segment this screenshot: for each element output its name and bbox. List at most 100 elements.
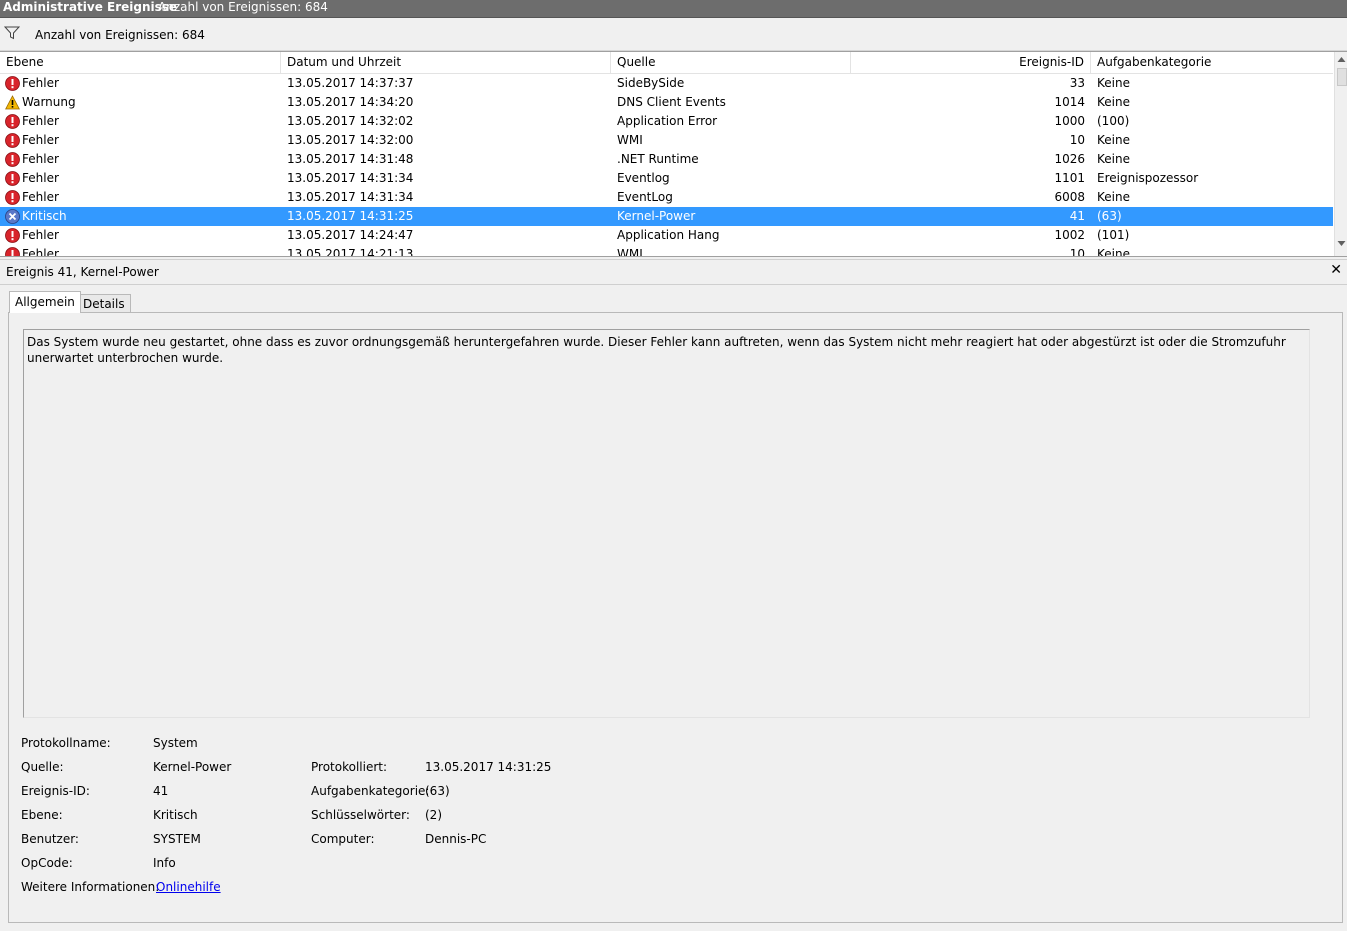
event-id-label: Ereignis-ID:: [21, 784, 90, 798]
event-description[interactable]: Das System wurde neu gestartet, ohne das…: [23, 329, 1310, 718]
cell-level: Fehler: [22, 171, 59, 185]
table-row[interactable]: Fehler 13.05.2017 14:31:34 EventLog 6008 Kei…: [0, 188, 1333, 207]
critical-icon: [5, 209, 20, 224]
cell-level: Fehler: [22, 152, 59, 166]
cell-event-id: 1000: [1054, 114, 1085, 128]
tab-details[interactable]: Details: [77, 294, 131, 313]
level-value: Kritisch: [153, 808, 198, 822]
cell-event-id: 1101: [1054, 171, 1085, 185]
table-row[interactable]: Fehler 13.05.2017 14:31:34 Eventlog 1101 Ere…: [0, 169, 1333, 188]
cell-category: (63): [1097, 209, 1122, 223]
tab-allgemein[interactable]: Allgemein: [9, 291, 81, 313]
general-tab-panel: Das System wurde neu gestartet, ohne das…: [8, 312, 1343, 923]
online-help-link[interactable]: Onlinehilfe: [156, 880, 221, 894]
cell-level: Fehler: [22, 247, 59, 257]
view-title: Administrative Ereignisse: [3, 0, 178, 14]
cell-source: Application Hang: [617, 228, 720, 242]
warning-icon: [5, 95, 20, 110]
event-list[interactable]: Ebene Datum und Uhrzeit Quelle Ereignis-…: [0, 51, 1347, 257]
computer-label: Computer:: [311, 832, 375, 846]
cell-event-id: 41: [1069, 209, 1085, 223]
column-header-event-id[interactable]: Ereignis-ID: [851, 52, 1091, 73]
cell-source: Eventlog: [617, 171, 670, 185]
cell-source: DNS Client Events: [617, 95, 726, 109]
event-id-value: 41: [153, 784, 169, 798]
source-value: Kernel-Power: [153, 760, 232, 774]
column-header-level[interactable]: Ebene: [0, 52, 281, 73]
cell-source: EventLog: [617, 190, 673, 204]
detail-header: Ereignis 41, Kernel-Power ✕: [0, 259, 1347, 285]
error-icon: [5, 228, 20, 243]
opcode-value: Info: [153, 856, 176, 870]
cell-level: Fehler: [22, 76, 59, 90]
close-icon[interactable]: ✕: [1330, 262, 1342, 278]
table-row[interactable]: Fehler 13.05.2017 14:32:00 WMI 10 Keine: [0, 131, 1333, 150]
cell-date: 13.05.2017 14:32:02: [287, 114, 414, 128]
error-icon: [5, 114, 20, 129]
cell-category: Keine: [1097, 95, 1130, 109]
cell-date: 13.05.2017 14:21:13: [287, 247, 414, 257]
scrollbar-thumb[interactable]: [1337, 68, 1347, 86]
filter-icon[interactable]: [4, 26, 20, 40]
cell-source: WMI: [617, 133, 643, 147]
cell-source: Application Error: [617, 114, 718, 128]
cell-date: 13.05.2017 14:31:34: [287, 190, 414, 204]
cell-date: 13.05.2017 14:34:20: [287, 95, 414, 109]
cell-event-id: 33: [1069, 76, 1085, 90]
cell-date: 13.05.2017 14:31:25: [287, 209, 414, 223]
error-icon: [5, 171, 20, 186]
cell-category: Ereignispozessor: [1097, 171, 1199, 185]
table-row[interactable]: Fehler 13.05.2017 14:21:13 WMI 10 Keine: [0, 245, 1333, 257]
table-row[interactable]: Fehler 13.05.2017 14:37:37 SideBySide 33 Kei…: [0, 74, 1333, 93]
cell-level: Fehler: [22, 228, 59, 242]
error-icon: [5, 152, 20, 167]
cell-category: Keine: [1097, 190, 1130, 204]
more-info-label: Weitere Informationen:: [21, 880, 160, 894]
vertical-scrollbar[interactable]: [1334, 52, 1347, 256]
cell-level: Warnung: [22, 95, 76, 109]
cell-source: Kernel-Power: [617, 209, 696, 223]
user-value: SYSTEM: [153, 832, 201, 846]
cell-category: (100): [1097, 114, 1130, 128]
cell-event-id: 1014: [1054, 95, 1085, 109]
logged-value: 13.05.2017 14:31:25: [425, 760, 552, 774]
event-count: Anzahl von Ereignissen: 684: [158, 0, 328, 14]
cell-source: .NET Runtime: [617, 152, 699, 166]
table-row[interactable]: Fehler 13.05.2017 14:24:47 Application Han…: [0, 226, 1333, 245]
column-header-source[interactable]: Quelle: [611, 52, 851, 73]
filter-count-text: Anzahl von Ereignissen: 684: [35, 28, 205, 42]
column-header-category[interactable]: Aufgabenkategorie: [1091, 52, 1333, 73]
cell-date: 13.05.2017 14:32:00: [287, 133, 414, 147]
cell-category: Keine: [1097, 152, 1130, 166]
title-bar: Administrative Ereignisse Anzahl von Ere…: [0, 0, 1347, 18]
cell-event-id: 10: [1069, 133, 1085, 147]
cell-event-id: 6008: [1054, 190, 1085, 204]
column-header-date[interactable]: Datum und Uhrzeit: [281, 52, 611, 73]
column-header-row: Ebene Datum und Uhrzeit Quelle Ereignis-…: [0, 52, 1333, 74]
source-label: Quelle:: [21, 760, 64, 774]
opcode-label: OpCode:: [21, 856, 73, 870]
cell-source: WMI: [617, 247, 643, 257]
cell-level: Fehler: [22, 190, 59, 204]
table-row[interactable]: Fehler 13.05.2017 14:31:48 .NET Runtime 102…: [0, 150, 1333, 169]
task-category-label: Aufgabenkategorie:: [311, 784, 430, 798]
filter-bar: Anzahl von Ereignissen: 684: [0, 18, 1347, 51]
cell-date: 13.05.2017 14:31:34: [287, 171, 414, 185]
table-row[interactable]: Kritisch 13.05.2017 14:31:25 Kernel-Power 4…: [0, 207, 1333, 226]
task-category-value: (63): [425, 784, 450, 798]
cell-date: 13.05.2017 14:24:47: [287, 228, 414, 242]
logged-label: Protokolliert:: [311, 760, 388, 774]
scroll-down-icon[interactable]: [1337, 240, 1346, 247]
cell-date: 13.05.2017 14:37:37: [287, 76, 414, 90]
cell-date: 13.05.2017 14:31:48: [287, 152, 414, 166]
cell-event-id: 1002: [1054, 228, 1085, 242]
table-row[interactable]: Fehler 13.05.2017 14:32:02 Application Err…: [0, 112, 1333, 131]
cell-level: Fehler: [22, 114, 59, 128]
scroll-up-icon[interactable]: [1337, 56, 1346, 63]
cell-category: (101): [1097, 228, 1130, 242]
cell-event-id: 10: [1069, 247, 1085, 257]
log-name-value: System: [153, 736, 198, 750]
computer-value: Dennis-PC: [425, 832, 487, 846]
table-row[interactable]: Warnung 13.05.2017 14:34:20 DNS Client Eve…: [0, 93, 1333, 112]
cell-category: Keine: [1097, 133, 1130, 147]
